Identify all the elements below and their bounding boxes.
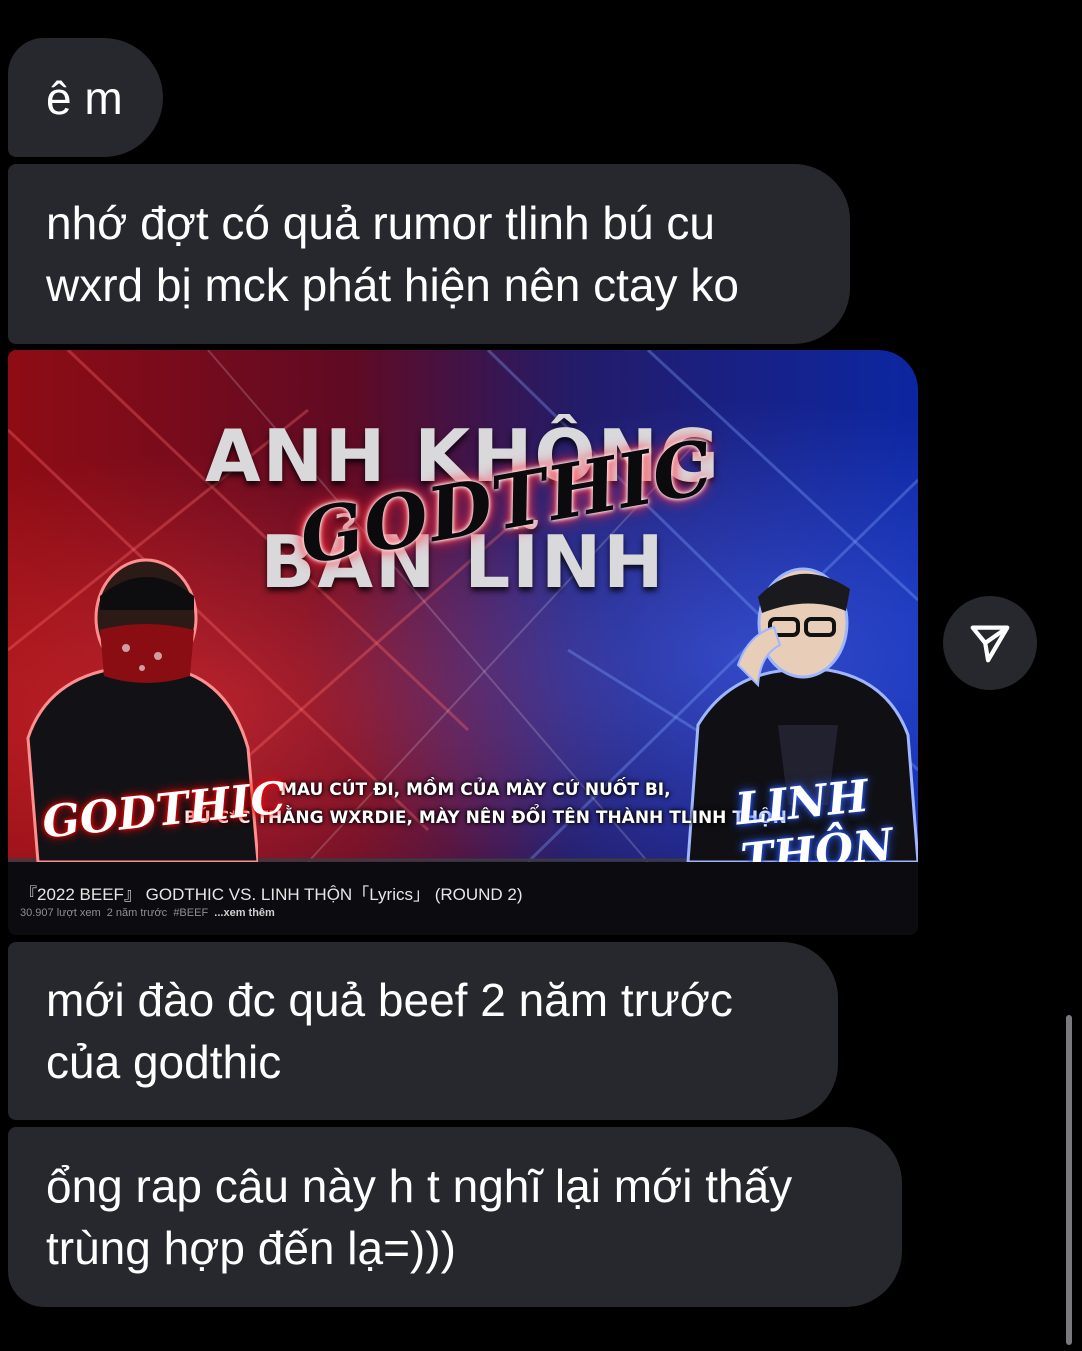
paper-plane-icon <box>970 625 1010 663</box>
see-more-link[interactable]: ...xem thêm <box>214 907 275 919</box>
message-text: ê m <box>46 71 123 124</box>
message-text: nhớ đợt có quả rumor tlinh bú cu <box>46 197 715 249</box>
video-title[interactable]: 『2022 BEEF』 GODTHIC VS. LINH THỘN「Lyrics… <box>20 880 523 905</box>
message-bubble[interactable]: ổng rap câu này h t nghĩ lại mới thấy tr… <box>8 1127 902 1307</box>
message-bubble[interactable]: ê m <box>8 38 163 157</box>
message-text: của godthic <box>46 1036 282 1088</box>
message-text: ổng rap câu này h t nghĩ lại mới thấy <box>46 1160 793 1212</box>
message-text: wxrd bị mck phát hiện nên ctay ko <box>46 259 739 311</box>
video-views: 30.907 lượt xem <box>20 907 101 919</box>
share-button[interactable] <box>943 596 1037 690</box>
video-meta: 30.907 lượt xem 2 năm trước #BEEF ...xem… <box>20 907 275 919</box>
scrollbar[interactable] <box>1066 1015 1072 1345</box>
message-bubble[interactable]: nhớ đợt có quả rumor tlinh bú cu wxrd bị… <box>8 164 850 344</box>
thumbnail-lyric-line: MAU CÚT ĐI, MỒM CỦA MÀY CỨ NUỐT BI, <box>280 780 671 800</box>
shared-video-card[interactable]: ANH KHÔNG BẢN LĨNH GODTHIC MAU CÚT ĐI, M… <box>8 350 918 935</box>
video-hashtag[interactable]: #BEEF <box>173 907 208 919</box>
video-age: 2 năm trước <box>106 907 168 919</box>
video-thumbnail[interactable]: ANH KHÔNG BẢN LĨNH GODTHIC MAU CÚT ĐI, M… <box>8 350 918 862</box>
message-text: mới đào đc quả beef 2 năm trước <box>46 974 733 1026</box>
chat-thread: ê m nhớ đợt có quả rumor tlinh bú cu wxr… <box>0 0 1082 1351</box>
message-bubble[interactable]: mới đào đc quả beef 2 năm trước của godt… <box>8 942 838 1120</box>
message-text: trùng hợp đến lạ=))) <box>46 1222 456 1274</box>
